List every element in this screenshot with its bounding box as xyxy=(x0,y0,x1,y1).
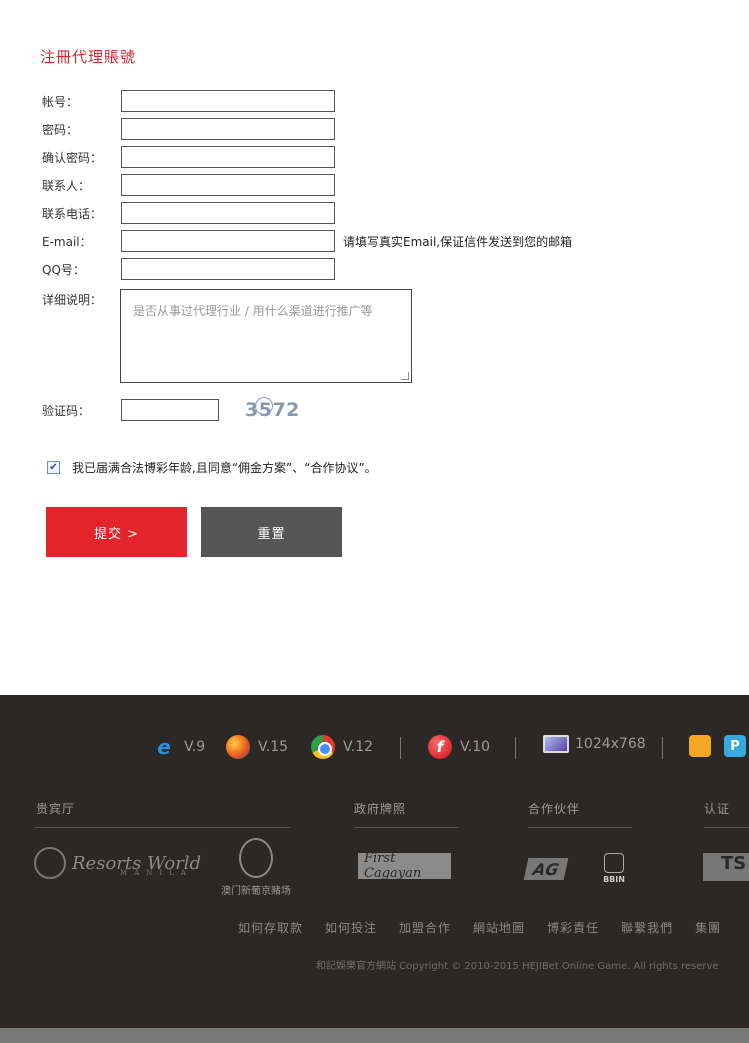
footer-bottom-bar xyxy=(0,1028,749,1043)
lisboa-logo: 澳门新葡京赌场 xyxy=(221,838,291,897)
monitor-icon xyxy=(543,735,569,753)
captcha-image[interactable]: 3572 xyxy=(245,397,300,421)
copyright: 和記娛樂官方網站 Copyright © 2010-2015 HEJIBet O… xyxy=(316,961,719,972)
contact-label: 联系人： xyxy=(42,178,91,193)
email-input[interactable] xyxy=(121,230,335,252)
phone-label: 联系电话： xyxy=(42,206,103,221)
password-label: 密码： xyxy=(42,122,79,137)
email-row: E-mail： 请填写真实Email,保证信件发送到您的邮箱 xyxy=(42,230,572,252)
firefox-version: V.15 xyxy=(258,739,289,755)
section-partners-line xyxy=(528,827,632,828)
browser-chrome: V.12 xyxy=(311,735,373,759)
browser-ie: e V.9 xyxy=(152,735,205,759)
link-contact[interactable]: 聯繫我們 xyxy=(621,919,673,936)
reset-button[interactable]: 重置 xyxy=(201,507,342,557)
resolution: 1024x768 xyxy=(543,735,646,753)
resorts-world-logo: Resorts World MANILA xyxy=(34,847,201,879)
ie-version: V.9 xyxy=(184,739,206,755)
account-label: 帐号： xyxy=(42,94,79,109)
bbin-logo: BBIN xyxy=(597,853,631,884)
first-cagayan-logo: First Cagayan xyxy=(358,851,451,881)
divider xyxy=(400,737,401,759)
browser-firefox: V.15 xyxy=(226,735,288,759)
captcha-input[interactable] xyxy=(121,399,219,421)
section-license-line xyxy=(354,827,458,828)
footer: e V.9 V.15 V.12 f V.10 1024x768 P 贵宾厅 政府… xyxy=(0,695,749,1028)
agree-text: 我已届满合法博彩年龄,且同意“佣金方案”、“合作协议”。 xyxy=(72,461,377,475)
checkmark-icon: ✔ xyxy=(49,461,58,473)
contact-input[interactable] xyxy=(121,174,335,196)
link-group[interactable]: 集團 xyxy=(695,919,721,936)
section-vip-line xyxy=(35,827,290,828)
social-icons: P xyxy=(689,735,746,757)
ag-logo: AG xyxy=(523,858,569,880)
link-betting[interactable]: 如何投注 xyxy=(325,919,377,936)
contact-row: 联系人： xyxy=(42,174,335,196)
submit-button[interactable]: 提交 > xyxy=(46,507,187,557)
resorts-world-mark-icon xyxy=(34,847,66,879)
phone-input[interactable] xyxy=(121,202,335,224)
qq-icon[interactable]: P xyxy=(724,735,746,757)
resolution-text: 1024x768 xyxy=(575,736,646,752)
chrome-version: V.12 xyxy=(343,739,374,755)
flash-version: V.10 xyxy=(460,739,491,755)
link-responsibility[interactable]: 博彩責任 xyxy=(547,919,599,936)
captcha-row: 验证码： 3572 xyxy=(42,397,300,421)
section-certification: 认证 xyxy=(704,802,731,816)
weibo-icon[interactable] xyxy=(689,735,711,757)
account-row: 帐号： xyxy=(42,90,335,112)
captcha-swirl-icon xyxy=(255,397,273,415)
email-hint: 请填写真实Email,保证信件发送到您的邮箱 xyxy=(343,234,573,249)
qq-row: QQ号： xyxy=(42,258,335,280)
section-partners: 合作伙伴 xyxy=(528,802,581,816)
section-vip: 贵宾厅 xyxy=(36,802,76,816)
section-certification-line xyxy=(704,827,749,828)
chrome-icon xyxy=(311,735,335,759)
section-license: 政府牌照 xyxy=(354,802,407,816)
details-placeholder: 是否从事过代理行业 / 用什么渠道进行推广等 xyxy=(133,304,373,318)
divider xyxy=(515,737,516,759)
details-row: 详细说明： xyxy=(42,291,121,308)
phone-row: 联系电话： xyxy=(42,202,335,224)
bbin-mark-icon xyxy=(604,853,624,873)
details-label: 详细说明： xyxy=(42,293,103,307)
details-textarea[interactable]: 是否从事过代理行业 / 用什么渠道进行推广等 xyxy=(120,289,412,383)
browser-flash: f V.10 xyxy=(428,735,490,759)
confirm-password-input[interactable] xyxy=(121,146,335,168)
confirm-password-row: 确认密码： xyxy=(42,146,335,168)
link-join[interactable]: 加盟合作 xyxy=(399,919,451,936)
email-label: E-mail： xyxy=(42,234,92,249)
account-input[interactable] xyxy=(121,90,335,112)
page-title: 注冊代理賬號 xyxy=(40,48,137,66)
ie-icon: e xyxy=(157,735,171,759)
agree-checkbox[interactable]: ✔ xyxy=(47,461,60,474)
firefox-icon xyxy=(226,735,250,759)
password-input[interactable] xyxy=(121,118,335,140)
flash-icon: f xyxy=(428,735,452,759)
divider xyxy=(662,737,663,759)
lisboa-mark-icon xyxy=(239,838,273,878)
link-sitemap[interactable]: 網站地圖 xyxy=(473,919,525,936)
link-deposit[interactable]: 如何存取款 xyxy=(238,919,303,936)
tst-logo: TS xyxy=(703,853,749,881)
qq-label: QQ号： xyxy=(42,262,85,277)
agree-row: ✔ 我已届满合法博彩年龄,且同意“佣金方案”、“合作协议”。 xyxy=(47,459,377,476)
footer-links: 如何存取款 如何投注 加盟合作 網站地圖 博彩責任 聯繫我們 集團 xyxy=(238,919,743,936)
captcha-label: 验证码： xyxy=(42,403,91,418)
qq-input[interactable] xyxy=(121,258,335,280)
confirm-password-label: 确认密码： xyxy=(42,150,103,165)
resize-grip-icon[interactable] xyxy=(401,372,409,380)
register-agent-page: 注冊代理賬號 帐号： 密码： 确认密码： 联系人： 联系电话： E-mail： … xyxy=(0,0,749,1043)
password-row: 密码： xyxy=(42,118,335,140)
